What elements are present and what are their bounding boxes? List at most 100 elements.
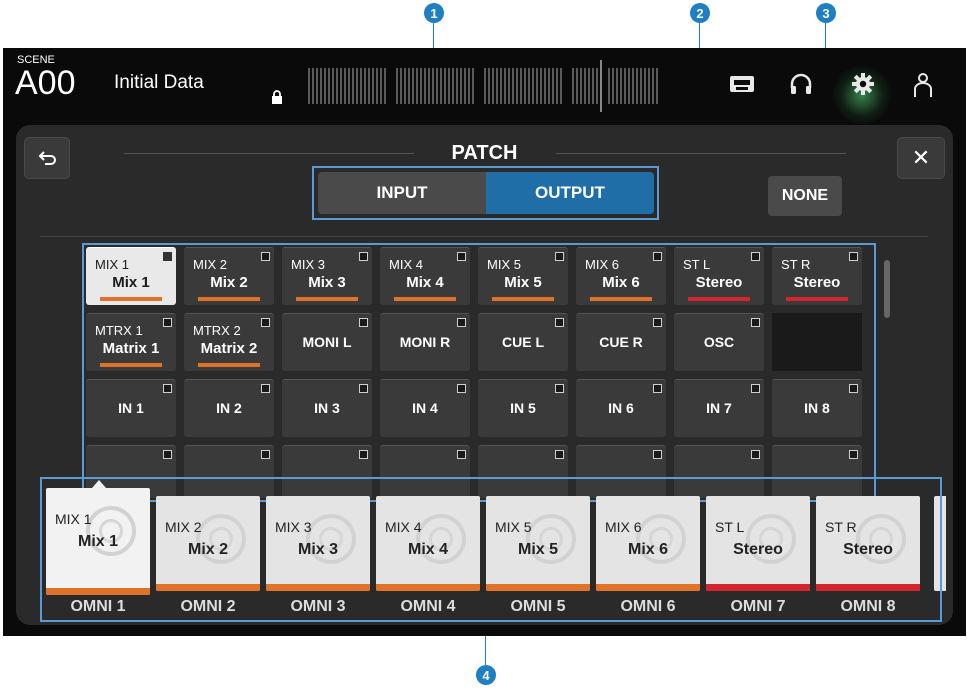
meter-segment <box>436 68 438 104</box>
meter-segment <box>332 68 334 104</box>
meter-segment <box>548 68 550 104</box>
meter-divider <box>600 60 602 112</box>
scene-number[interactable]: A00 <box>15 66 76 100</box>
meter-segment <box>584 68 586 104</box>
meter-segment <box>540 68 542 104</box>
grid-scrollbar[interactable] <box>884 260 890 318</box>
meter-segment <box>344 68 346 104</box>
meter-segment <box>512 68 514 104</box>
meter-segment <box>320 68 322 104</box>
meter-segment <box>572 68 574 104</box>
top-bar: SCENE A00 Initial Data <box>3 48 966 124</box>
page-title: PATCH <box>451 142 518 164</box>
meter-segment <box>612 68 614 104</box>
meter-segment <box>396 68 398 104</box>
meter-segment <box>492 68 494 104</box>
meter-segment <box>592 68 594 104</box>
meter-segment <box>624 68 626 104</box>
meter-segment <box>312 68 314 104</box>
meter-segment <box>452 68 454 104</box>
meter-segment <box>360 68 362 104</box>
none-button[interactable]: NONE <box>768 176 842 216</box>
meter-segment <box>372 68 374 104</box>
meter-segment <box>376 68 378 104</box>
meter-segment <box>364 68 366 104</box>
meter-segment <box>464 68 466 104</box>
meter-segment <box>328 68 330 104</box>
scene-name[interactable]: Initial Data <box>114 72 204 94</box>
callout-3: 3 <box>816 3 836 23</box>
close-icon: ✕ <box>911 145 931 170</box>
meter-segment <box>368 68 370 104</box>
meter-segment <box>448 68 450 104</box>
meter-segment <box>420 68 422 104</box>
meter-segment <box>588 68 590 104</box>
meter-segment <box>336 68 338 104</box>
meter-segment <box>404 68 406 104</box>
close-button[interactable]: ✕ <box>897 137 945 179</box>
grid-highlight <box>82 243 876 502</box>
level-meters[interactable] <box>308 60 662 112</box>
user-icon[interactable] <box>913 72 933 98</box>
gear-icon[interactable] <box>851 72 875 96</box>
meter-segment <box>488 68 490 104</box>
callout-1: 1 <box>424 3 444 23</box>
meter-segment <box>580 68 582 104</box>
meter-segment <box>384 68 386 104</box>
meter-segment <box>532 68 534 104</box>
callout-2: 2 <box>690 3 710 23</box>
meter-segment <box>616 68 618 104</box>
meter-segment <box>468 68 470 104</box>
meter-segment <box>628 68 630 104</box>
callout-4: 4 <box>476 665 496 685</box>
meter-segment <box>636 68 638 104</box>
meter-segment <box>324 68 326 104</box>
omni-highlight <box>40 477 942 622</box>
meter-segment <box>356 68 358 104</box>
meter-segment <box>596 68 598 104</box>
patch-panel: PATCH ✕ INPUT OUTPUT NONE MIX 1 Mix 1 MIX … <box>16 125 953 625</box>
divider <box>40 236 928 237</box>
lock-icon[interactable] <box>271 90 283 104</box>
meter-segment <box>640 68 642 104</box>
meter-segment <box>308 68 310 104</box>
meter-segment <box>508 68 510 104</box>
meter-segment <box>444 68 446 104</box>
meter-segment <box>340 68 342 104</box>
recorder-icon[interactable] <box>729 74 755 94</box>
meter-segment <box>620 68 622 104</box>
meter-segment <box>656 68 658 104</box>
meter-segment <box>432 68 434 104</box>
meter-segment <box>496 68 498 104</box>
meter-segment <box>608 68 610 104</box>
meter-segment <box>520 68 522 104</box>
meter-segment <box>528 68 530 104</box>
meter-segment <box>544 68 546 104</box>
meter-segment <box>428 68 430 104</box>
meter-segment <box>652 68 654 104</box>
meter-segment <box>552 68 554 104</box>
meter-segment <box>556 68 558 104</box>
headphones-icon[interactable] <box>789 72 813 96</box>
meter-segment <box>424 68 426 104</box>
meter-segment <box>408 68 410 104</box>
meter-segment <box>648 68 650 104</box>
meter-segment <box>576 68 578 104</box>
meter-segment <box>352 68 354 104</box>
meter-segment <box>536 68 538 104</box>
meter-segment <box>644 68 646 104</box>
meter-segment <box>504 68 506 104</box>
meter-segment <box>316 68 318 104</box>
meter-segment <box>484 68 486 104</box>
meter-segment <box>460 68 462 104</box>
meter-segment <box>472 68 474 104</box>
meter-segment <box>412 68 414 104</box>
meter-segment <box>632 68 634 104</box>
meter-segment <box>348 68 350 104</box>
meter-segment <box>456 68 458 104</box>
meter-segment <box>500 68 502 104</box>
console-screen: SCENE A00 Initial Data PATCH ✕ INPUT OUT… <box>3 48 966 636</box>
tab-highlight <box>312 166 659 220</box>
meter-segment <box>516 68 518 104</box>
meter-segment <box>400 68 402 104</box>
